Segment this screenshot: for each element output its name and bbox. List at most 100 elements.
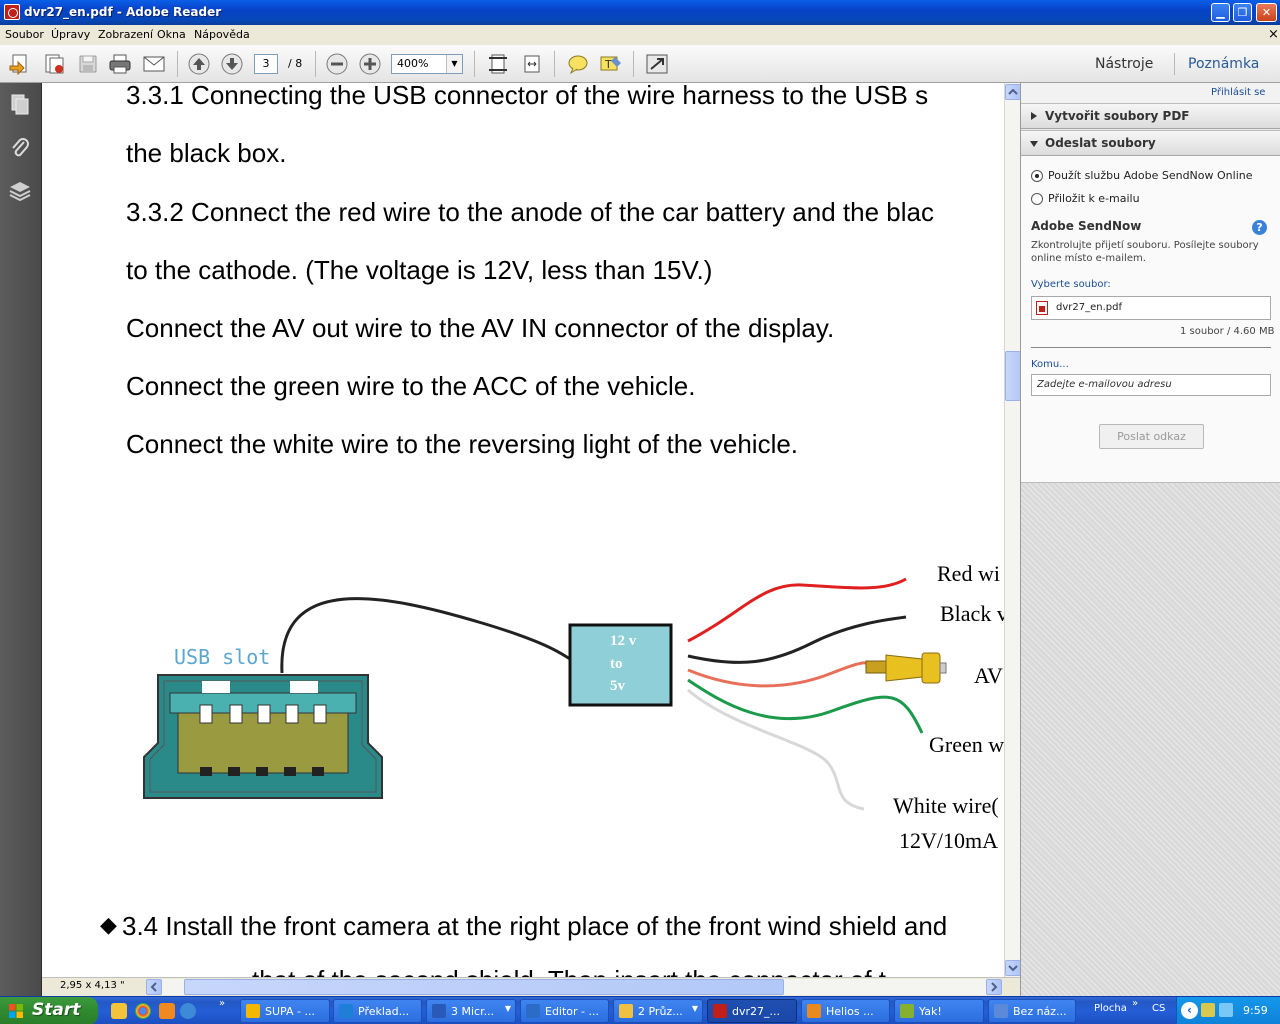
title-bar[interactable]: dvr27_en.pdf - Adobe Reader ▁ ❐ ✕: [0, 0, 1280, 25]
menu-edit[interactable]: Úpravy: [51, 28, 90, 41]
highlight-text-icon[interactable]: T: [599, 53, 623, 75]
task-yak[interactable]: Yak!: [894, 999, 984, 1023]
start-button[interactable]: Start: [0, 997, 98, 1024]
toolbar-more-icon[interactable]: »: [1132, 998, 1138, 1009]
task-folder-icon: [619, 1004, 633, 1018]
green-wire-label: Green w: [929, 732, 1004, 757]
task-preklad-icon: [339, 1004, 353, 1018]
sendnow-title: Adobe SendNow: [1031, 219, 1142, 233]
quicklaunch-chrome-icon[interactable]: [135, 1003, 151, 1019]
task-preklad-label: Překlad...: [358, 1005, 410, 1018]
selected-file-box[interactable]: dvr27_en.pdf: [1031, 296, 1271, 320]
document-view[interactable]: 3.3.1 Connecting the USB connector of th…: [42, 83, 1004, 977]
section-create-label: Vytvořit soubory PDF: [1045, 109, 1190, 123]
email-input[interactable]: Zadejte e-mailovou adresu: [1031, 374, 1271, 396]
task-microsoft-word[interactable]: 3 Micr... ▼: [426, 999, 516, 1023]
task-adobe-reader[interactable]: dvr27_...: [707, 999, 797, 1023]
vertical-scroll-thumb[interactable]: [1005, 351, 1021, 401]
fit-page-icon[interactable]: [486, 53, 510, 75]
email-icon[interactable]: [142, 53, 166, 75]
help-icon[interactable]: ?: [1252, 220, 1267, 235]
desktop-toolbar-label[interactable]: Plocha: [1094, 1003, 1127, 1014]
menu-help[interactable]: Nápověda: [194, 28, 250, 41]
vertical-scrollbar[interactable]: [1004, 83, 1021, 977]
clock[interactable]: 9:59: [1243, 1004, 1268, 1017]
zoom-level-select[interactable]: 400% ▼: [391, 54, 463, 74]
page-number-input[interactable]: 3: [254, 54, 278, 74]
restore-button[interactable]: ❐: [1233, 3, 1252, 22]
menu-file[interactable]: Soubor: [5, 28, 44, 41]
task-helios[interactable]: Helios ...: [801, 999, 890, 1023]
menu-view[interactable]: Zobrazení: [98, 28, 153, 41]
full-screen-icon[interactable]: [645, 53, 669, 75]
zoom-in-icon[interactable]: [358, 53, 382, 75]
send-link-button[interactable]: Poslat odkaz: [1099, 424, 1204, 449]
task-bez-nazvu[interactable]: Bez náz...: [988, 999, 1076, 1023]
task-pruzkumnik[interactable]: 2 Průz... ▼: [613, 999, 703, 1023]
horizontal-scroll-thumb[interactable]: [184, 979, 784, 995]
layers-icon[interactable]: [8, 179, 32, 203]
selected-file-name: dvr27_en.pdf: [1056, 302, 1122, 313]
task-editor[interactable]: Editor - ...: [520, 999, 609, 1023]
print-icon[interactable]: [108, 53, 132, 75]
section-create-pdf[interactable]: Vytvořit soubory PDF: [1021, 103, 1280, 129]
scroll-down-icon[interactable]: [1005, 960, 1021, 976]
page-thumbnails-icon[interactable]: [8, 93, 32, 117]
quicklaunch-more-icon[interactable]: »: [219, 998, 225, 1009]
task-bez-nazvu-label: Bez náz...: [1013, 1005, 1067, 1018]
scroll-up-icon[interactable]: [1005, 84, 1021, 100]
doc-line-332: 3.3.2 Connect the red wire to the anode …: [126, 197, 934, 227]
menu-window[interactable]: Okna: [157, 28, 186, 41]
close-document-icon[interactable]: ×: [1268, 27, 1279, 42]
tools-tab[interactable]: Nástroje: [1095, 56, 1153, 72]
quicklaunch-ie-icon[interactable]: [180, 1003, 196, 1019]
zoom-out-icon[interactable]: [325, 53, 349, 75]
radio-sendnow[interactable]: [1031, 170, 1043, 182]
sendnow-description-1: Zkontrolujte přijetí souboru. Posílejte …: [1031, 240, 1259, 251]
section-send-label: Odeslat soubory: [1045, 136, 1156, 150]
radio-sendnow-label[interactable]: Použít službu Adobe SendNow Online: [1048, 169, 1253, 182]
task-supa[interactable]: SUPA - ...: [240, 999, 330, 1023]
tray-network-icon[interactable]: [1219, 1003, 1233, 1017]
doc-line-34-cont: that of the second shield. Then insert t…: [252, 965, 886, 977]
task-yak-icon: [900, 1004, 914, 1018]
language-indicator[interactable]: CS: [1152, 1003, 1165, 1014]
task-supa-label: SUPA - ...: [265, 1005, 315, 1018]
radio-email-label[interactable]: Přiložit k e-mailu: [1048, 192, 1140, 205]
minimize-button[interactable]: ▁: [1211, 3, 1230, 22]
quicklaunch-messenger-icon[interactable]: [111, 1003, 127, 1019]
chevron-down-icon[interactable]: ▼: [446, 55, 462, 73]
email-placeholder: Zadejte e-mailovou adresu: [1037, 379, 1172, 390]
attachments-icon[interactable]: [8, 136, 32, 160]
comment-tab[interactable]: Poznámka: [1188, 56, 1259, 72]
bullet-icon: ◆: [100, 912, 117, 937]
white-wire-spec: 12V/10mA: [899, 828, 998, 853]
fit-width-icon[interactable]: [520, 53, 544, 75]
select-file-label[interactable]: Vyberte soubor:: [1031, 279, 1111, 290]
section-send-files[interactable]: Odeslat soubory: [1021, 130, 1280, 156]
task-preklad[interactable]: Překlad...: [333, 999, 422, 1023]
box-label-12v: 12 v: [610, 633, 637, 649]
scroll-right-icon[interactable]: [986, 979, 1002, 995]
task-adobe-reader-label: dvr27_...: [732, 1005, 781, 1018]
window-title: dvr27_en.pdf - Adobe Reader: [24, 5, 222, 19]
login-link[interactable]: Přihlásit se: [1211, 87, 1265, 98]
scroll-left-icon[interactable]: [146, 979, 162, 995]
radio-email[interactable]: [1031, 193, 1043, 205]
save-icon[interactable]: [76, 53, 100, 75]
horizontal-scrollbar[interactable]: [146, 979, 1002, 995]
create-pdf-icon[interactable]: [8, 53, 32, 76]
tray-app-icon[interactable]: [1201, 1003, 1215, 1017]
rca-plug-drawing: [865, 652, 947, 684]
recipient-label[interactable]: Komu...: [1031, 359, 1069, 370]
chevron-down-icon: [1030, 141, 1038, 147]
comment-icon[interactable]: [566, 53, 590, 75]
page-total: / 8: [288, 57, 303, 70]
combine-files-icon[interactable]: [42, 53, 66, 75]
tray-expand-icon[interactable]: ‹: [1181, 1002, 1198, 1019]
quicklaunch-app-icon[interactable]: [159, 1003, 175, 1019]
usb-slot-label: USB slot: [174, 645, 271, 669]
next-page-icon[interactable]: [220, 53, 244, 75]
previous-page-icon[interactable]: [187, 53, 211, 75]
close-button[interactable]: ✕: [1256, 3, 1277, 22]
